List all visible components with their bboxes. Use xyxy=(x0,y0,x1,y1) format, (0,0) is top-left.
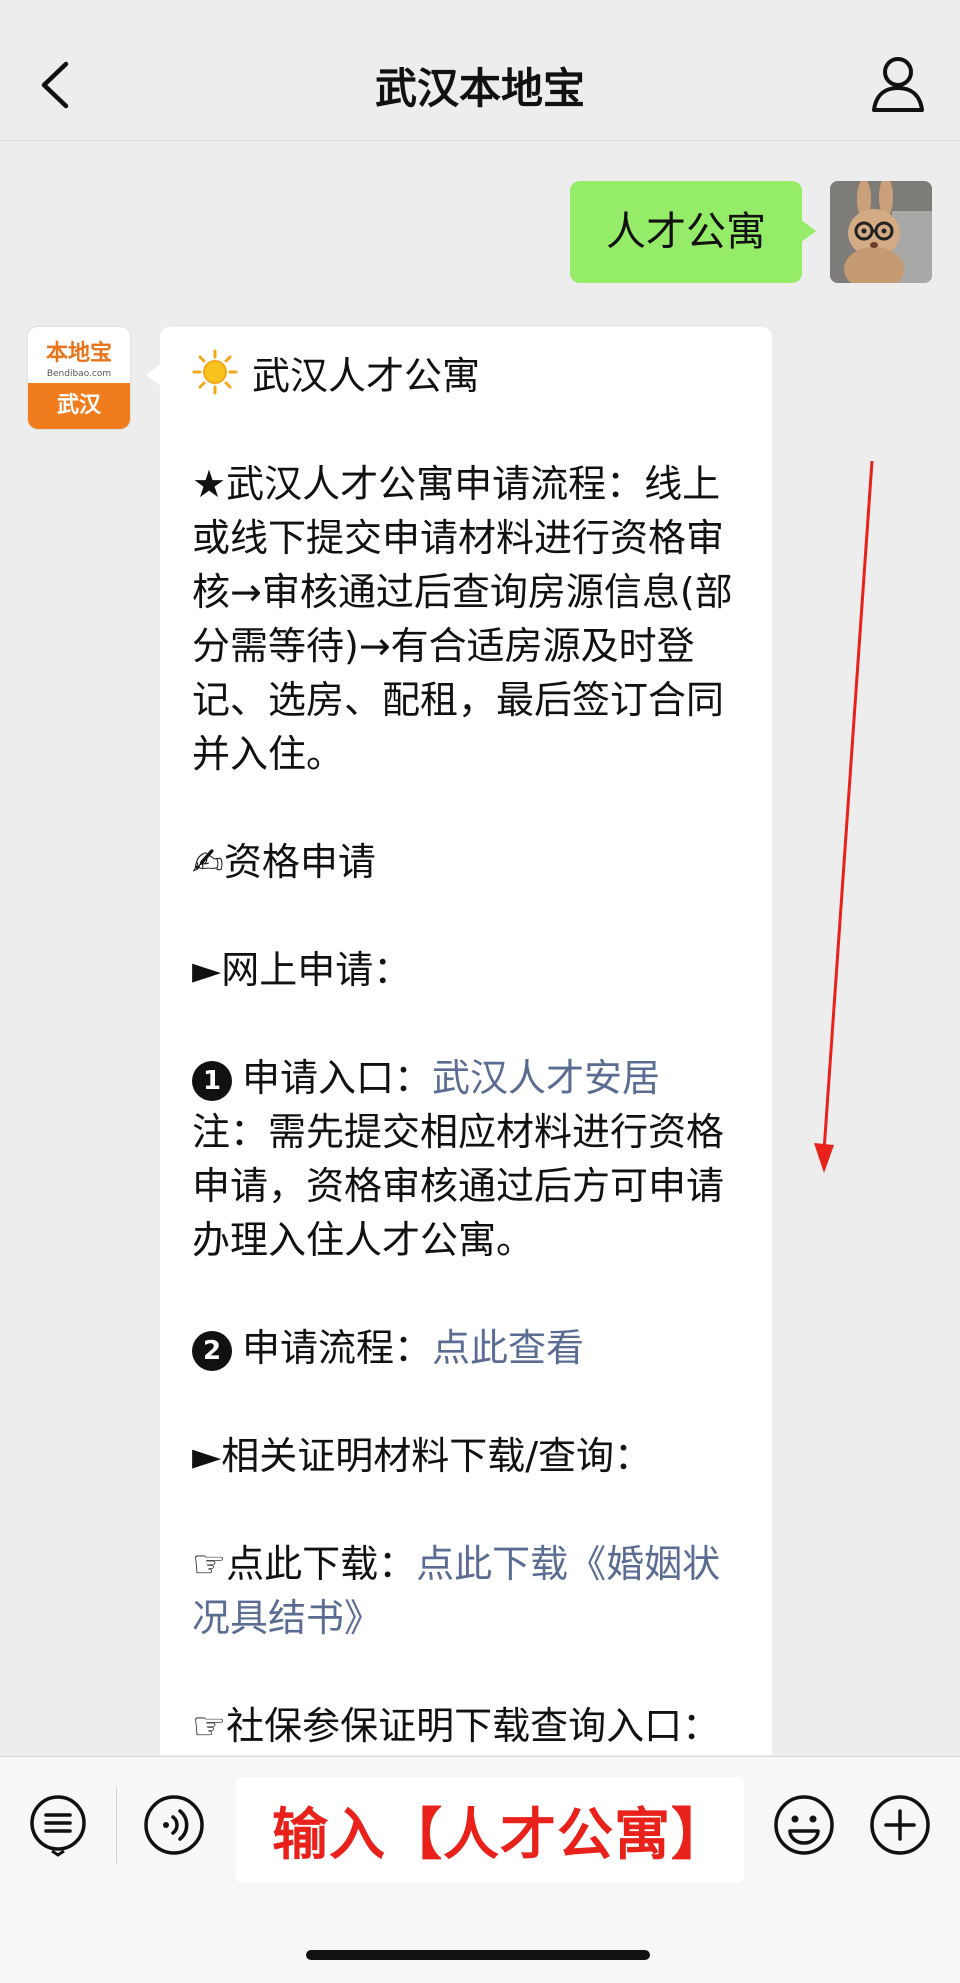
menu-button[interactable] xyxy=(26,1793,90,1857)
profile-button[interactable] xyxy=(866,52,930,116)
reply-heading: 武汉人才公寓 xyxy=(192,349,740,403)
rabbit-avatar-icon xyxy=(830,181,932,283)
message-input-text: 输入【人才公寓】 xyxy=(272,1802,728,1868)
red-scroll-arrow xyxy=(814,461,874,1173)
chat-area[interactable]: 人才公寓 本地宝 Bendibao.com 武汉 武汉人才公寓 ★武汉人才公寓申… xyxy=(0,141,960,1755)
avatar-brand: 本地宝 xyxy=(45,340,112,366)
apply-process-link[interactable]: 点此查看 xyxy=(432,1326,584,1370)
message-input[interactable]: 输入【人才公寓】 xyxy=(236,1777,744,1883)
person-icon xyxy=(872,57,924,112)
emoji-button[interactable] xyxy=(772,1793,836,1857)
avatar-city: 武汉 xyxy=(28,383,130,429)
apply-process-line: 2 申请流程：点此查看 xyxy=(192,1321,740,1375)
sun-icon xyxy=(192,349,238,395)
bot-message-bubble[interactable]: 武汉人才公寓 ★武汉人才公寓申请流程：线上或线下提交申请材料进行资格审核→审核通… xyxy=(146,327,772,1755)
plus-circle-icon xyxy=(870,1795,930,1855)
materials-heading: ►相关证明材料下载/查询： xyxy=(192,1434,653,1478)
apply-process-label: 申请流程： xyxy=(242,1326,433,1370)
bot-message-row: 本地宝 Bendibao.com 武汉 武汉人才公寓 ★武汉人才公寓申请流程：线… xyxy=(28,327,772,1755)
user-avatar[interactable] xyxy=(830,181,932,283)
number-one-icon: 1 xyxy=(192,1061,232,1101)
voice-icon xyxy=(144,1795,204,1855)
toolbar-divider xyxy=(116,1787,117,1863)
input-toolbar: 输入【人才公寓】 xyxy=(0,1756,960,1983)
apply-entry-line: 1 申请入口：武汉人才安居 xyxy=(192,1051,740,1105)
bot-avatar[interactable]: 本地宝 Bendibao.com 武汉 xyxy=(28,327,130,429)
reply-heading-text: 武汉人才公寓 xyxy=(252,354,481,398)
social-security-label: ☞社保参保证明下载查询入口： xyxy=(192,1704,721,1748)
user-message-row: 人才公寓 xyxy=(570,181,932,283)
voice-button[interactable] xyxy=(142,1793,206,1857)
avatar-domain: Bendibao.com xyxy=(46,369,112,379)
smiley-icon xyxy=(774,1795,834,1855)
avatar-logo: 本地宝 Bendibao.com xyxy=(28,327,130,383)
number-two-icon: 2 xyxy=(192,1331,232,1371)
apply-entry-note: 注：需先提交相应材料进行资格申请，资格审核通过后方可申请办理入住人才公寓。 xyxy=(192,1110,725,1262)
qualification-heading: ✍资格申请 xyxy=(192,840,376,884)
list-menu-icon xyxy=(30,1795,86,1857)
apply-flow-text: ★武汉人才公寓申请流程：线上或线下提交申请材料进行资格审核→审核通过后查询房源信… xyxy=(192,462,733,776)
apply-entry-label: 申请入口： xyxy=(242,1056,433,1100)
more-button[interactable] xyxy=(868,1793,932,1857)
social-security-line: ☞社保参保证明下载查询入口：# xyxy=(192,1699,740,1755)
download-label: ☞点此下载： xyxy=(192,1542,417,1586)
apply-entry-link[interactable]: 武汉人才安居 xyxy=(432,1056,660,1100)
user-message-bubble[interactable]: 人才公寓 xyxy=(570,181,816,283)
page-title: 武汉本地宝 xyxy=(374,64,585,113)
home-indicator xyxy=(306,1950,650,1960)
nav-header: 武汉本地宝 xyxy=(0,0,960,141)
download-line: ☞点此下载：点此下载《婚姻状况具结书》 xyxy=(192,1537,740,1645)
online-apply-heading: ►网上申请： xyxy=(192,948,412,992)
